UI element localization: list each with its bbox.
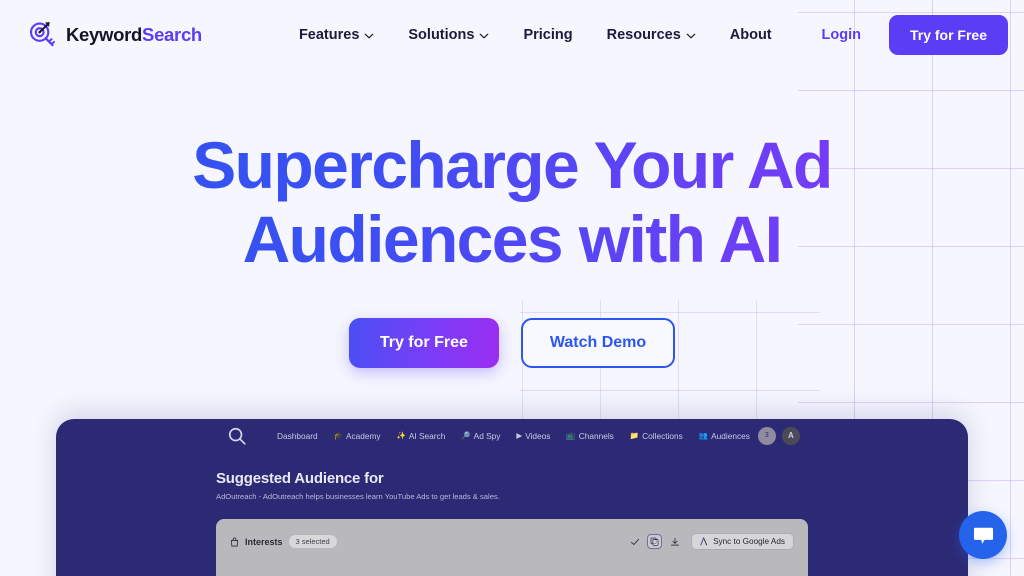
product-screenshot-mockup: Dashboard 🎓 Academy ✨ AI Search 🔎 Ad Spy…: [56, 419, 968, 576]
brand-logo[interactable]: KeywordSearch: [27, 20, 202, 50]
watch-demo-button[interactable]: Watch Demo: [520, 318, 676, 368]
main-navigation: Features Solutions Pricing Resources Abo…: [282, 19, 789, 51]
interests-card-title-group: Interests 3 selected: [230, 535, 337, 548]
login-link[interactable]: Login: [804, 17, 879, 53]
mockup-nav-label-dashboard: Dashboard: [277, 430, 318, 441]
brand-name-secondary: Search: [142, 23, 202, 45]
mockup-nav-label-channels: Channels: [578, 430, 614, 441]
chevron-down-icon: [480, 33, 489, 38]
nav-item-about[interactable]: About: [713, 19, 789, 51]
mockup-nav-audiences[interactable]: 👥 Audiences: [691, 428, 758, 444]
mockup-nav-dashboard[interactable]: Dashboard: [266, 428, 326, 444]
nav-item-resources[interactable]: Resources: [590, 19, 713, 51]
chat-widget-button[interactable]: [959, 511, 1007, 559]
brand-name-primary: Keyword: [66, 23, 143, 45]
mockup-nav-icon-academy: 🎓: [333, 430, 343, 440]
chat-bubble-icon: [973, 527, 993, 544]
nav-label-resources: Resources: [606, 26, 681, 43]
mockup-nav-collections[interactable]: 📁 Collections: [622, 428, 691, 444]
mockup-nav-icon-collections: 📁: [629, 430, 640, 440]
interests-card-title: Interests: [245, 536, 283, 547]
search-icon[interactable]: [226, 425, 248, 447]
mockup-nav-ai-search[interactable]: ✨ AI Search: [389, 428, 454, 444]
hero-section: Supercharge Your Ad Audiences with AI Tr…: [0, 128, 1024, 368]
hero-try-for-free-button[interactable]: Try for Free: [348, 318, 499, 368]
mockup-nav-icon-audiences: 👥: [698, 430, 709, 440]
mockup-account-area: 3 A: [757, 426, 800, 445]
chevron-down-icon: [686, 33, 696, 38]
avatar[interactable]: A: [781, 426, 800, 445]
nav-label-about: About: [729, 26, 772, 43]
nav-item-features[interactable]: Features: [282, 19, 391, 51]
mockup-nav-label-ad-spy: Ad Spy: [473, 430, 501, 441]
status-badge: 3 selected: [288, 535, 337, 548]
check-icon[interactable]: [627, 534, 642, 549]
page-title: Supercharge Your Ad Audiences with AI: [0, 128, 1024, 276]
interests-card-header: Interests 3 selected Sync to Google Ads: [230, 533, 794, 550]
header-try-for-free-button[interactable]: Try for Free: [888, 14, 1008, 55]
mockup-nav-ad-spy[interactable]: 🔎 Ad Spy: [453, 428, 508, 444]
interests-card: Interests 3 selected Sync to Google Ads: [216, 519, 808, 576]
mockup-body: Suggested Audience for AdOutreach - AdOu…: [56, 452, 968, 576]
mockup-nav-academy[interactable]: 🎓 Academy: [326, 428, 389, 444]
interests-card-actions: Sync to Google Ads: [627, 533, 794, 550]
notification-badge-icon[interactable]: 3: [757, 426, 776, 445]
mockup-nav-label-collections: Collections: [642, 430, 683, 441]
nav-item-solutions[interactable]: Solutions: [391, 19, 506, 51]
bag-icon: [230, 537, 239, 546]
mockup-nav-label-academy: Academy: [345, 430, 381, 441]
nav-label-pricing: Pricing: [523, 26, 573, 43]
mockup-nav-icon-ad-spy: 🔎: [461, 430, 471, 440]
mockup-nav-icon-ai-search: ✨: [396, 430, 406, 440]
sync-button-label: Sync to Google Ads: [713, 537, 785, 546]
mockup-nav-label-audiences: Audiences: [711, 430, 750, 441]
mockup-navigation: Dashboard 🎓 Academy ✨ AI Search 🔎 Ad Spy…: [266, 428, 758, 444]
site-header: KeywordSearch Features Solutions Pricing…: [0, 0, 1024, 69]
mockup-nav-channels[interactable]: 📺 Channels: [558, 428, 621, 444]
sync-to-google-ads-button[interactable]: Sync to Google Ads: [691, 533, 794, 550]
mockup-nav-label-videos: Videos: [525, 430, 551, 441]
landing-page: KeywordSearch Features Solutions Pricing…: [0, 0, 1024, 576]
brand-name: KeywordSearch: [66, 24, 202, 46]
download-icon[interactable]: [667, 534, 682, 549]
mockup-nav-videos[interactable]: ▶ Videos: [508, 428, 558, 444]
hero-title-line-2: Audiences with AI: [242, 202, 782, 276]
mockup-topbar: Dashboard 🎓 Academy ✨ AI Search 🔎 Ad Spy…: [56, 419, 968, 452]
chevron-down-icon: [365, 33, 374, 38]
nav-item-pricing[interactable]: Pricing: [506, 19, 589, 51]
target-key-icon: [29, 21, 55, 46]
nav-label-features: Features: [298, 26, 360, 43]
copy-icon[interactable]: [647, 534, 663, 549]
mockup-nav-icon-channels: 📺: [566, 430, 576, 440]
hero-cta-group: Try for Free Watch Demo: [0, 318, 1024, 368]
mockup-nav-icon-videos: ▶: [516, 430, 523, 440]
mockup-nav-label-ai-search: AI Search: [408, 430, 446, 441]
mockup-heading: Suggested Audience for: [216, 470, 384, 487]
header-actions: Login Try for Free: [804, 14, 1024, 55]
google-ads-icon: [700, 537, 708, 546]
hero-title-line-1: Supercharge Your Ad: [192, 128, 832, 202]
mockup-subheading: AdOutreach - AdOutreach helps businesses…: [216, 492, 500, 501]
nav-label-solutions: Solutions: [408, 26, 475, 43]
